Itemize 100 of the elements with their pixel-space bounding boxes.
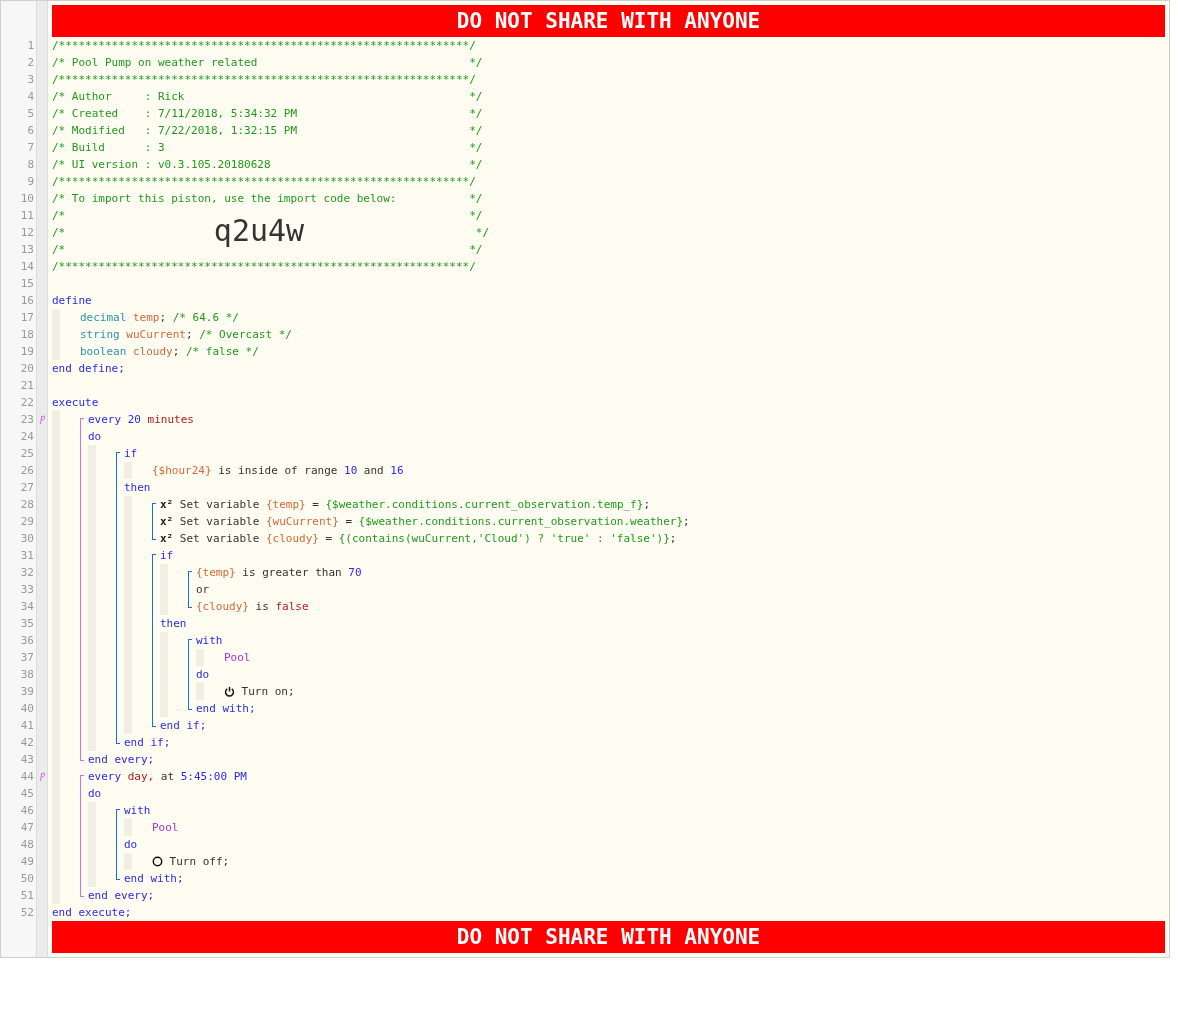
line-number: 20 — [20, 362, 34, 375]
line-number: 50 — [20, 872, 34, 885]
operator-text: x² — [160, 515, 174, 528]
device-name: Pool — [224, 651, 251, 664]
line-number: 46 — [20, 804, 34, 817]
line-number: 17 — [20, 311, 34, 324]
import-code: q2u4w — [213, 212, 305, 248]
comment-text: /* Overcast */ — [199, 328, 292, 341]
line-number: 3 — [27, 73, 34, 86]
comment-text: */ — [469, 107, 483, 120]
keyword: every — [88, 413, 122, 426]
line-number: 1 — [27, 39, 34, 52]
statement-text: Turn off; — [169, 855, 230, 868]
comment-text: */ — [469, 158, 483, 171]
comment-text: /* Pool Pump on weather related — [52, 56, 258, 69]
line-number: 47 — [20, 821, 34, 834]
comment-text: /**************************************************************/ — [52, 39, 476, 52]
unit-text: day, — [127, 770, 155, 783]
unit-text: false — [275, 600, 309, 613]
type-name: boolean — [80, 345, 127, 358]
statement-text: Set variable — [179, 515, 260, 528]
comment-text: /* 64.6 */ — [172, 311, 239, 324]
type-name: decimal — [80, 311, 127, 324]
keyword: end every; — [88, 753, 155, 766]
line-number: 4 — [27, 90, 34, 103]
variable-name: {cloudy} — [196, 600, 249, 613]
line-number: 10 — [20, 192, 34, 205]
line-number: 48 — [20, 838, 34, 851]
number-value: 70 — [348, 566, 362, 579]
line-number: 25 — [20, 447, 34, 460]
keyword: if — [124, 447, 138, 460]
warning-banner: DO NOT SHARE WITH ANYONE — [52, 5, 1165, 37]
expression-text: {(contains(wuCurrent,'Cloud') ? 'true' : 'false')} — [338, 532, 670, 545]
keyword: then — [160, 617, 187, 630]
comment-text: */ — [469, 192, 483, 205]
comment-text: /* UI version : v0.3.105.20180628 — [52, 158, 271, 171]
statement-text: = — [345, 515, 352, 528]
line-number: 24 — [20, 430, 34, 443]
line-number: 12 — [20, 226, 34, 239]
keyword: end execute; — [52, 906, 132, 919]
variable-name: cloudy — [132, 345, 173, 358]
variable-name: {temp} — [196, 566, 236, 579]
comment-text: /**************************************************************/ — [52, 175, 476, 188]
line-number: 45 — [20, 787, 34, 800]
keyword: end every; — [88, 889, 155, 902]
line-number: 43 — [20, 753, 34, 766]
expression-text: {$weather.conditions.current_observation.weather} — [358, 515, 684, 528]
comment-text: /* Created : 7/11/2018, 5:34:32 PM — [52, 107, 298, 120]
line-number: 14 — [20, 260, 34, 273]
warning-banner: DO NOT SHARE WITH ANYONE — [52, 921, 1165, 953]
variable-name: {$hour24} — [152, 464, 212, 477]
line-number: 44 — [20, 770, 34, 783]
comment-text: /* — [52, 243, 66, 256]
line-number: 19 — [20, 345, 34, 358]
comment-text: /* — [52, 209, 66, 222]
line-number: 33 — [20, 583, 34, 596]
line-number: 15 — [20, 277, 34, 290]
statement-text: is — [255, 600, 269, 613]
line-number: 52 — [20, 906, 34, 919]
keyword: end define; — [52, 362, 125, 375]
statement-text: = — [312, 498, 319, 511]
keyword: define — [52, 294, 92, 307]
statement-text: or — [196, 583, 210, 596]
line-number: 7 — [27, 141, 34, 154]
line-number: 16 — [20, 294, 34, 307]
number-value: 10 — [344, 464, 358, 477]
statement-text: and — [363, 464, 384, 477]
device-name: Pool — [152, 821, 179, 834]
comment-text: */ — [469, 243, 483, 256]
keyword: end if; — [124, 736, 171, 749]
number-value: 16 — [390, 464, 404, 477]
line-number: 51 — [20, 889, 34, 902]
statement-text: is inside of range — [218, 464, 338, 477]
comment-text: */ — [469, 209, 483, 222]
statement-text: Set variable — [179, 532, 260, 545]
line-number: 41 — [20, 719, 34, 732]
variable-name: wuCurrent — [126, 328, 186, 341]
line-number: 6 — [27, 124, 34, 137]
statement-text: ; — [159, 311, 167, 324]
line-number: 9 — [27, 175, 34, 188]
comment-text: */ — [475, 226, 490, 239]
line-number: 31 — [20, 549, 34, 562]
line-number: 23 — [20, 413, 34, 426]
operator-text: x² — [160, 532, 174, 545]
number-value: 20 — [127, 413, 141, 426]
comment-text: /* false */ — [185, 345, 259, 358]
line-number: 39 — [20, 685, 34, 698]
line-number: 2 — [27, 56, 34, 69]
variable-name: {cloudy} — [265, 532, 319, 545]
statement-text: ; — [669, 532, 677, 545]
line-number: 32 — [20, 566, 34, 579]
line-number: 18 — [20, 328, 34, 341]
line-number: 28 — [20, 498, 34, 511]
line-number: 27 — [20, 481, 34, 494]
line-number: 5 — [27, 107, 34, 120]
comment-text: */ — [469, 141, 483, 154]
line-number: 29 — [20, 515, 34, 528]
keyword: every — [88, 770, 122, 783]
statement-text: ; — [683, 515, 690, 528]
keyword: execute — [52, 396, 99, 409]
